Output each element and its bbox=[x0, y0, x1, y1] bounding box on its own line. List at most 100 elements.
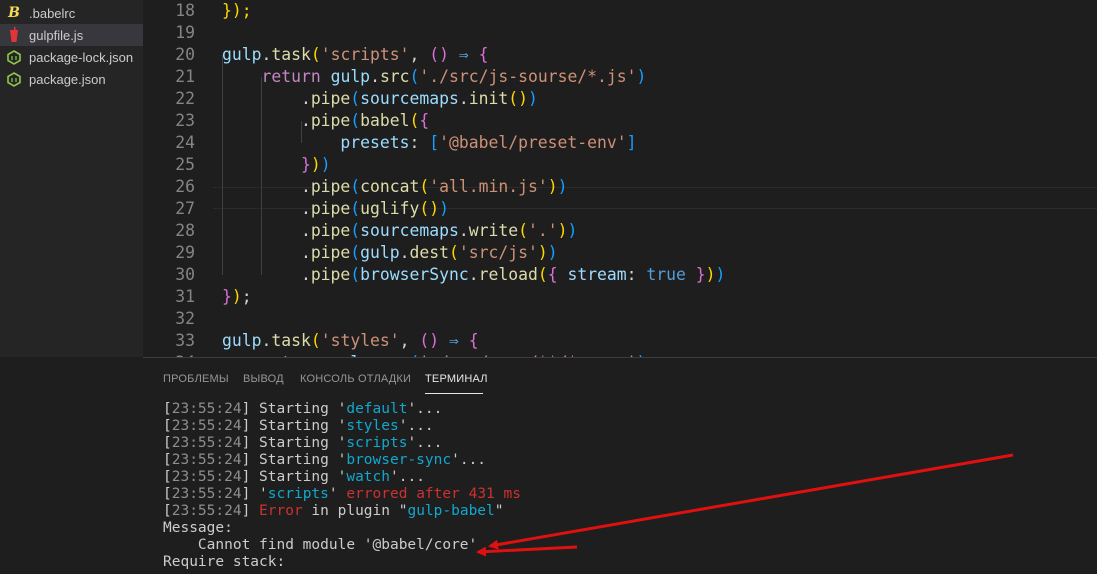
terminal-token: watch bbox=[346, 469, 390, 485]
terminal-line: [23:55:24] Error in plugin "gulp-babel" bbox=[163, 503, 521, 520]
code-token: . bbox=[222, 111, 311, 130]
code-line[interactable]: 22 .pipe(sourcemaps.init()) bbox=[143, 88, 1097, 110]
tab-terminal[interactable]: ТЕРМИНАЛ bbox=[425, 373, 488, 385]
terminal-token: default bbox=[346, 401, 408, 417]
terminal-token: '... bbox=[398, 418, 434, 434]
code-line[interactable]: 29 .pipe(gulp.dest('src/js')) bbox=[143, 242, 1097, 264]
code-token: write bbox=[468, 221, 519, 240]
code-editor[interactable]: 18}); 19 20 gulp.task('scripts', () ⇒ {21 r… bbox=[143, 0, 1097, 357]
line-number: 23 bbox=[175, 111, 195, 130]
file-item-package-lock[interactable]: package-lock.json bbox=[0, 46, 143, 68]
terminal-token: [ bbox=[163, 486, 172, 502]
code-line[interactable]: 18}); bbox=[143, 0, 1097, 22]
code-token: } bbox=[222, 287, 232, 306]
code-line[interactable]: 26 .pipe(concat('all.min.js')) bbox=[143, 176, 1097, 198]
code-token: ⇒ bbox=[449, 331, 459, 350]
code-token: pipe bbox=[310, 221, 351, 240]
code-token: . bbox=[458, 89, 469, 108]
terminal-token: Error bbox=[259, 503, 303, 519]
line-number: 24 bbox=[175, 133, 195, 152]
terminal-line: [23:55:24] Starting 'styles'... bbox=[163, 418, 521, 435]
code-token: ( bbox=[350, 111, 361, 130]
code-line[interactable]: 27 .pipe(uglify()) bbox=[143, 198, 1097, 220]
terminal-token: 23:55:24 bbox=[171, 503, 242, 519]
line-number: 31 bbox=[175, 287, 195, 306]
code-line[interactable]: 33 gulp.task('styles', () ⇒ { bbox=[143, 330, 1097, 352]
terminal-token: ] Starting ' bbox=[241, 418, 347, 434]
code-line[interactable]: 23 .pipe(babel({ bbox=[143, 110, 1097, 132]
code-token: () bbox=[419, 199, 440, 218]
code-token: . bbox=[222, 177, 311, 196]
code-line[interactable]: 31}); bbox=[143, 286, 1097, 308]
code-token: ) bbox=[567, 221, 578, 240]
line-number: 27 bbox=[175, 199, 195, 218]
line-number: 20 bbox=[175, 45, 195, 64]
code-token: ) bbox=[705, 265, 716, 284]
code-token: . bbox=[222, 265, 311, 284]
terminal-line: Message: bbox=[163, 520, 521, 537]
file-item-babelrc[interactable]: B .babelrc bbox=[0, 2, 143, 24]
code-line[interactable]: 24 presets: ['@babel/preset-env'] bbox=[143, 132, 1097, 154]
code-line[interactable]: 19 bbox=[143, 22, 1097, 44]
tab-output[interactable]: ВЫВОД bbox=[243, 373, 284, 385]
code-token: ) bbox=[527, 89, 538, 108]
nodejs-icon bbox=[5, 49, 23, 65]
terminal-output[interactable]: [23:55:24] Starting 'default'... [23:55:2… bbox=[163, 401, 521, 571]
code-token: pipe bbox=[310, 199, 351, 218]
code-text: .pipe(babel({ bbox=[222, 110, 429, 132]
code-line[interactable]: 30 .pipe(browserSync.reload({ stream: tr… bbox=[143, 264, 1097, 286]
code-text: gulp.task('scripts', () ⇒ { bbox=[222, 44, 489, 66]
file-item-package-json[interactable]: package.json bbox=[0, 68, 143, 90]
code-token: ) bbox=[547, 177, 558, 196]
code-token: . bbox=[261, 45, 272, 64]
code-line[interactable]: 28 .pipe(sourcemaps.write('.')) bbox=[143, 220, 1097, 242]
code-token: [ bbox=[429, 133, 440, 152]
code-token: true bbox=[646, 265, 686, 284]
terminal-token: ] Starting ' bbox=[241, 469, 347, 485]
line-number: 30 bbox=[175, 265, 195, 284]
file-name: gulpfile.js bbox=[29, 27, 84, 43]
code-token: . bbox=[370, 67, 380, 86]
code-line[interactable]: 32 bbox=[143, 308, 1097, 330]
code-token: babel bbox=[360, 111, 410, 130]
code-line[interactable]: 25 })) bbox=[143, 154, 1097, 176]
terminal-token: ' bbox=[328, 486, 347, 502]
code-token: , bbox=[399, 331, 420, 350]
terminal-token: Cannot find module '@babel/core' bbox=[163, 537, 478, 553]
line-number: 21 bbox=[175, 67, 195, 86]
code-token: ( bbox=[350, 243, 361, 262]
line-number: 25 bbox=[175, 155, 195, 174]
code-token: ( bbox=[350, 221, 361, 240]
code-token: gulp bbox=[330, 67, 371, 86]
terminal-token: [ bbox=[163, 401, 172, 417]
code-token: ( bbox=[350, 199, 361, 218]
code-token: gulp bbox=[222, 45, 262, 64]
code-token: }); bbox=[222, 1, 252, 20]
tab-problems[interactable]: ПРОБЛЕМЫ bbox=[163, 373, 229, 385]
terminal-line: [23:55:24] Starting 'watch'... bbox=[163, 469, 521, 486]
code-token: () bbox=[429, 45, 450, 64]
code-token: ( bbox=[350, 265, 361, 284]
tab-debug-console[interactable]: КОНСОЛЬ ОТЛАДКИ bbox=[300, 373, 411, 385]
code-token: . bbox=[458, 221, 469, 240]
code-line[interactable]: 20 gulp.task('scripts', () ⇒ { bbox=[143, 44, 1097, 66]
code-token: : bbox=[409, 133, 430, 152]
nodejs-icon bbox=[5, 71, 23, 87]
code-token: pipe bbox=[310, 89, 351, 108]
file-name: package-lock.json bbox=[29, 49, 134, 65]
line-number: 22 bbox=[175, 89, 195, 108]
terminal-token: scripts bbox=[346, 435, 408, 451]
terminal-token: errored after bbox=[346, 486, 460, 502]
code-line[interactable]: 21 return gulp.src('./src/js-sourse/*.js… bbox=[143, 66, 1097, 88]
code-token: ( bbox=[419, 177, 430, 196]
code-token: ( bbox=[449, 243, 459, 262]
code-token: ⇒ bbox=[458, 45, 469, 64]
terminal-token: ] Starting ' bbox=[241, 435, 347, 451]
file-item-gulpfile[interactable]: gulpfile.js bbox=[0, 24, 143, 46]
terminal-token: 431 ms bbox=[468, 486, 521, 502]
terminal-token: '... bbox=[407, 401, 443, 417]
